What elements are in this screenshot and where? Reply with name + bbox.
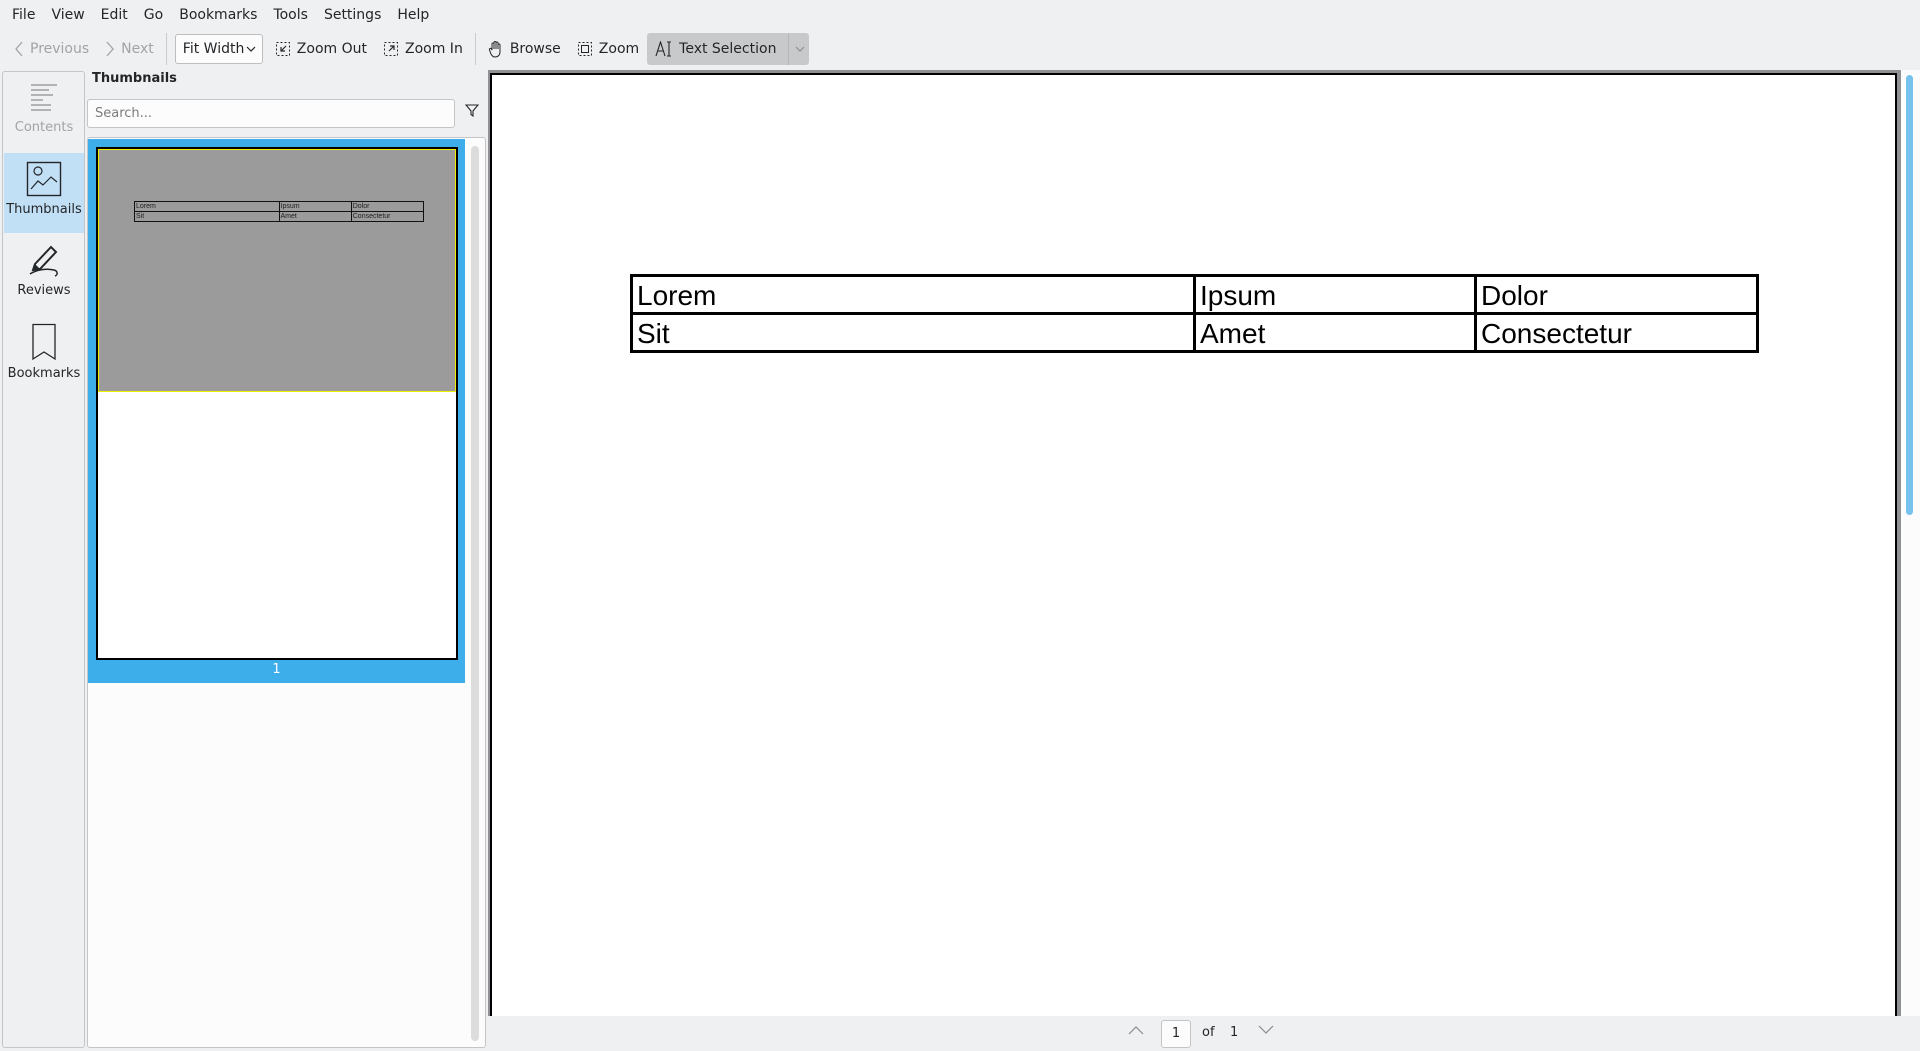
table-cell: Sit: [630, 312, 1196, 353]
thumbnail-page: Lorem Ipsum Dolor Sit Amet Consectetur: [96, 147, 458, 660]
page-total: 1: [1230, 1025, 1239, 1040]
chevron-right-icon: [106, 41, 115, 57]
next-label: Next: [121, 41, 154, 57]
zoom-in-button[interactable]: Zoom In: [375, 33, 471, 65]
next-button[interactable]: Next: [97, 33, 162, 65]
table-row: Lorem Ipsum Dolor: [630, 274, 1759, 315]
previous-label: Previous: [30, 41, 90, 57]
chevron-down-icon: [796, 46, 805, 52]
bookmarks-icon: [32, 323, 56, 361]
toolbar-separator: [474, 33, 476, 65]
browse-label: Browse: [509, 41, 561, 57]
browse-tool-button[interactable]: Browse: [480, 33, 569, 65]
menu-tools[interactable]: Tools: [265, 0, 316, 30]
panel-title: Thumbnails: [92, 71, 177, 86]
thumbnail-table: Lorem Ipsum Dolor Sit Amet Consectetur: [134, 201, 425, 222]
thumb-cell: Consectetur: [350, 211, 425, 222]
document-table: Lorem Ipsum Dolor Sit Amet Consectetur: [630, 274, 1759, 353]
sidebar-item-label: Contents: [14, 120, 74, 135]
sidebar-item-label: Thumbnails: [6, 202, 82, 217]
table-cell: Amet: [1193, 312, 1477, 353]
zoom-tool-icon: [577, 42, 592, 56]
visible-area-highlight: Lorem Ipsum Dolor Sit Amet Consectetur: [98, 149, 456, 392]
hand-icon: [488, 41, 501, 58]
text-selection-dropdown[interactable]: [788, 33, 805, 65]
menu-settings[interactable]: Settings: [316, 0, 389, 30]
thumbnail-search-input[interactable]: Search...: [87, 99, 455, 128]
sidebar-item-label: Reviews: [17, 283, 71, 298]
table-row: Sit Amet Consectetur: [630, 312, 1759, 353]
sidebar-item-contents[interactable]: Contents: [4, 73, 84, 153]
thumb-cell: Sit: [134, 211, 280, 222]
menu-file[interactable]: File: [4, 0, 43, 30]
filter-icon[interactable]: [465, 104, 479, 117]
document-scrollbar[interactable]: [1906, 75, 1913, 515]
text-selection-label: Text Selection: [679, 41, 777, 57]
zoom-tool-label: Zoom: [598, 41, 640, 57]
thumbnails-icon: [26, 161, 62, 197]
text-selection-icon: [655, 41, 672, 57]
thumbnail-item[interactable]: Lorem Ipsum Dolor Sit Amet Consectetur 1: [88, 139, 465, 683]
page-of-label: of: [1202, 1025, 1215, 1040]
zoom-mode-select[interactable]: Fit Width: [174, 34, 263, 64]
zoom-in-icon: [384, 42, 398, 56]
thumbnail-list: Lorem Ipsum Dolor Sit Amet Consectetur 1: [87, 137, 486, 1048]
thumb-cell: Lorem: [134, 201, 280, 212]
previous-button[interactable]: Previous: [6, 33, 97, 65]
menu-go[interactable]: Go: [136, 0, 171, 30]
zoom-tool-button[interactable]: Zoom: [569, 33, 647, 65]
zoom-out-label: Zoom Out: [296, 41, 367, 57]
thumbnail-page-number: 1: [272, 662, 281, 677]
table-cell: Dolor: [1474, 274, 1759, 315]
previous-page-icon[interactable]: [1128, 1025, 1144, 1035]
document-page[interactable]: Lorem Ipsum Dolor Sit Amet Consectetur: [490, 73, 1897, 1023]
thumb-cell: Dolor: [350, 201, 425, 212]
contents-icon: [31, 84, 57, 111]
text-selection-tool-button[interactable]: Text Selection: [647, 33, 810, 65]
zoom-in-label: Zoom In: [405, 41, 463, 57]
menu-bookmarks[interactable]: Bookmarks: [171, 0, 265, 30]
main-toolbar: Previous Next Fit Width Zoom Out Zoom In…: [0, 30, 1920, 68]
table-cell: Ipsum: [1193, 274, 1477, 315]
search-placeholder: Search...: [95, 106, 153, 121]
toolbar-separator: [165, 33, 167, 65]
table-cell: Consectetur: [1474, 312, 1759, 353]
chevron-down-icon: [246, 46, 256, 52]
page-navigation-bar: 1 of 1: [488, 1016, 1920, 1051]
zoom-mode-value: Fit Width: [182, 41, 245, 57]
menu-help[interactable]: Help: [389, 0, 437, 30]
chevron-left-icon: [15, 41, 23, 57]
page-number-input[interactable]: 1: [1161, 1020, 1191, 1048]
table-cell: Lorem: [630, 274, 1196, 315]
zoom-out-button[interactable]: Zoom Out: [267, 33, 375, 65]
thumb-cell: Amet: [278, 211, 352, 222]
thumb-cell: Ipsum: [278, 201, 352, 212]
thumbnail-scrollbar[interactable]: [471, 146, 479, 1041]
sidebar-item-thumbnails[interactable]: Thumbnails: [4, 153, 84, 233]
menu-view[interactable]: View: [43, 0, 92, 30]
sidebar-item-reviews[interactable]: Reviews: [4, 234, 84, 314]
sidebar-item-bookmarks[interactable]: Bookmarks: [4, 315, 84, 395]
reviews-icon: [29, 245, 58, 277]
sidebar-nav: Contents Thumbnails Reviews Bookmarks: [2, 71, 85, 1048]
menu-edit[interactable]: Edit: [93, 0, 136, 30]
sidebar-item-label: Bookmarks: [7, 366, 81, 381]
zoom-out-icon: [275, 42, 290, 56]
next-page-icon[interactable]: [1258, 1025, 1274, 1035]
menu-bar: File View Edit Go Bookmarks Tools Settin…: [0, 0, 1920, 30]
